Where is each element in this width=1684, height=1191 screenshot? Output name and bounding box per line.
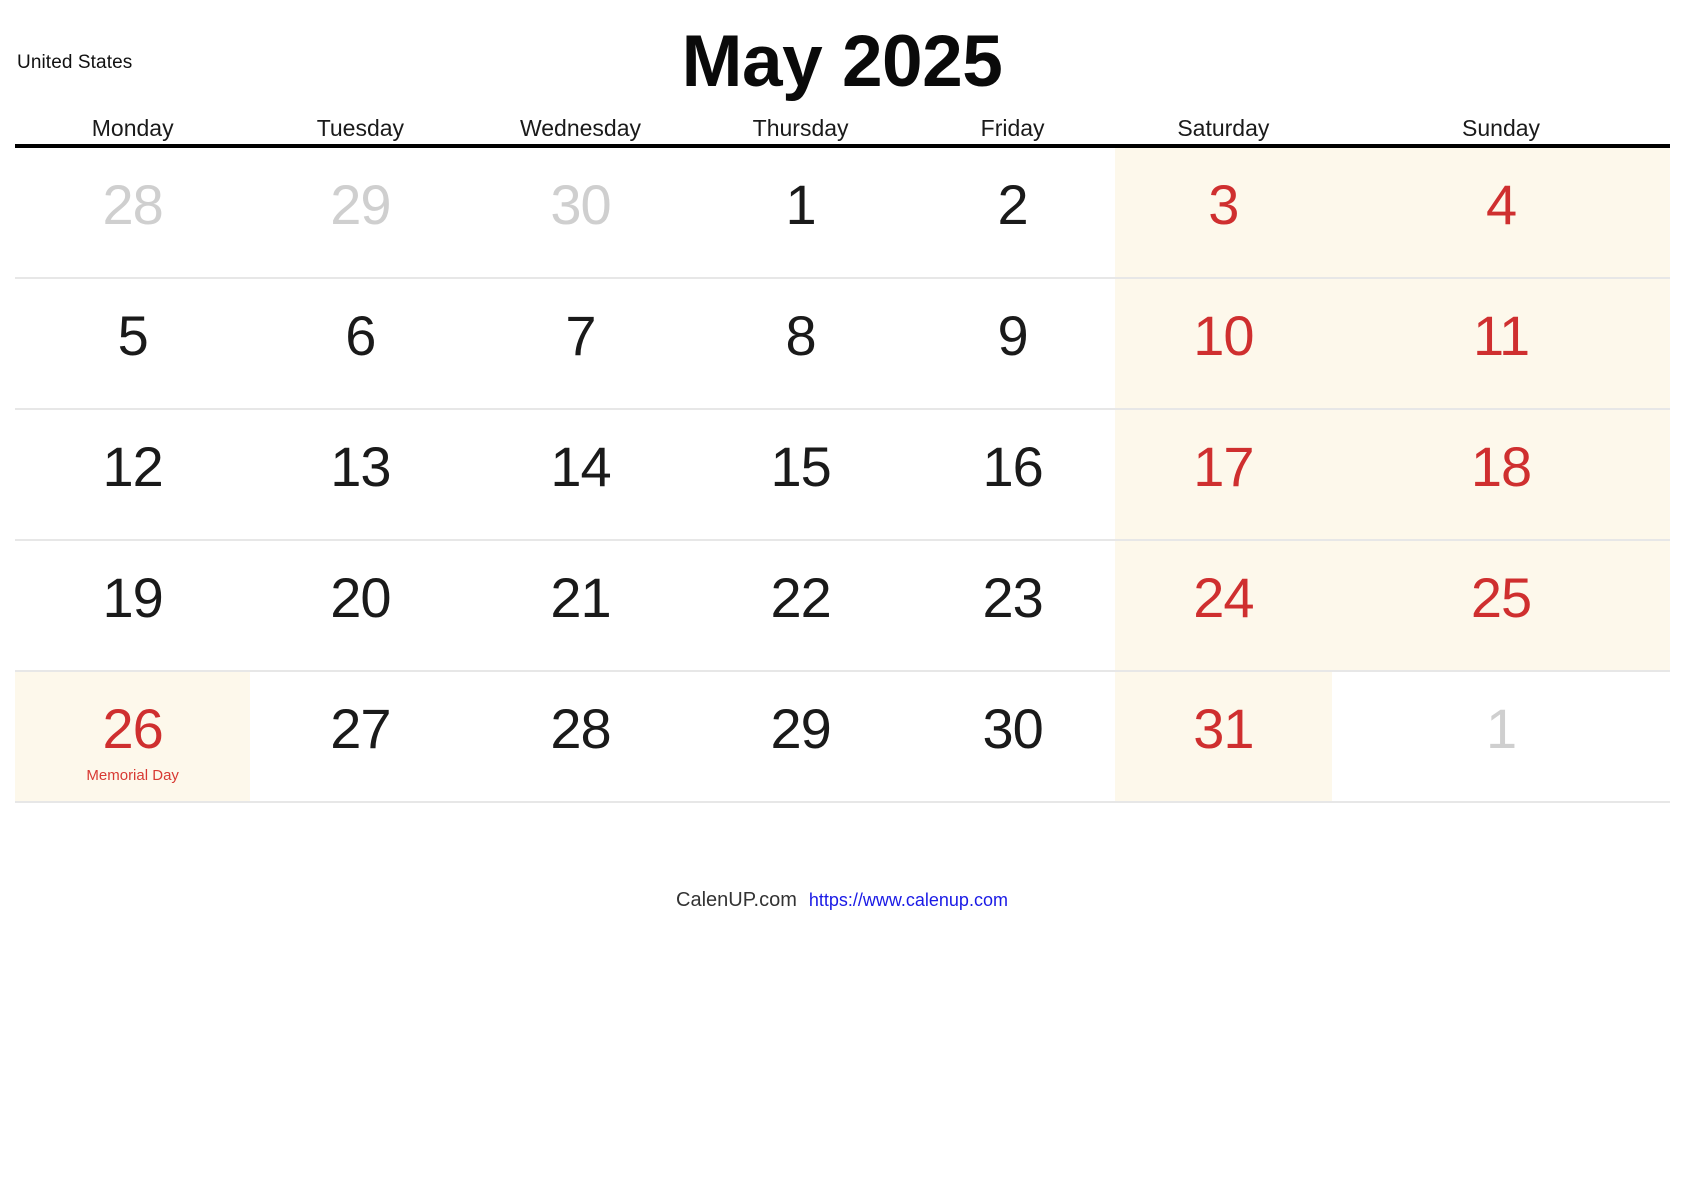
day-number: 17 bbox=[1193, 435, 1254, 498]
calendar-day-cell[interactable]: 29 bbox=[691, 672, 911, 801]
calendar-day-cell[interactable]: 10 bbox=[1114, 279, 1333, 408]
calendar-day-cell[interactable]: 24 bbox=[1114, 541, 1333, 670]
day-number: 29 bbox=[770, 697, 831, 760]
weekday-header-thursday: Thursday bbox=[752, 115, 849, 141]
day-number: 30 bbox=[982, 697, 1043, 760]
calendar-day-cell[interactable]: 8 bbox=[691, 279, 911, 408]
weekday-header-saturday: Saturday bbox=[1177, 115, 1270, 141]
day-number: 3 bbox=[1208, 173, 1239, 236]
day-number: 25 bbox=[1470, 566, 1532, 629]
calendar-day-cell[interactable]: 30 bbox=[911, 672, 1115, 801]
day-number: 16 bbox=[982, 435, 1043, 498]
calendar-day-cell[interactable]: 23 bbox=[911, 541, 1115, 670]
day-number: 31 bbox=[1193, 697, 1254, 760]
weekday-header-sunday: Sunday bbox=[1462, 115, 1541, 141]
day-number: 6 bbox=[345, 304, 376, 367]
header-bar: United States May 2025 bbox=[0, 0, 1684, 110]
day-number: 9 bbox=[997, 304, 1029, 367]
day-number: 1 bbox=[1485, 697, 1517, 760]
calendar-week-row: 19 20 21 22 23 24 25 bbox=[15, 541, 1670, 672]
calendar-day-cell[interactable]: 28 bbox=[470, 672, 690, 801]
weekday-header-tuesday: Tuesday bbox=[316, 115, 405, 141]
calendar-week-row: 26 Memorial Day 27 28 29 30 31 1 bbox=[15, 672, 1670, 803]
calendar-week-row: 28 29 30 1 2 3 4 bbox=[15, 148, 1670, 279]
calendar-day-cell[interactable]: 17 bbox=[1114, 410, 1333, 539]
day-number: 28 bbox=[102, 173, 164, 236]
weekday-header-wednesday: Wednesday bbox=[519, 115, 642, 141]
page-title: May 2025 bbox=[681, 21, 1003, 102]
calendar-day-cell[interactable]: 7 bbox=[470, 279, 690, 408]
day-number: 1 bbox=[785, 173, 817, 236]
day-number: 13 bbox=[330, 435, 391, 498]
day-number: 22 bbox=[770, 566, 831, 629]
calendar-day-cell[interactable]: 11 bbox=[1332, 279, 1670, 408]
day-number: 24 bbox=[1193, 566, 1254, 629]
calendar-day-cell[interactable]: 25 bbox=[1332, 541, 1670, 670]
day-number: 7 bbox=[565, 304, 596, 367]
calendar-day-cell[interactable]: 29 bbox=[250, 148, 470, 277]
calendar-day-cell[interactable]: 27 bbox=[250, 672, 470, 801]
day-number: 12 bbox=[102, 435, 164, 498]
calendar-day-cell[interactable]: 26 Memorial Day bbox=[15, 672, 251, 801]
day-number: 4 bbox=[1485, 173, 1517, 236]
calendar-day-cell[interactable]: 9 bbox=[911, 279, 1115, 408]
calendar-day-cell[interactable]: 16 bbox=[911, 410, 1115, 539]
calendar-day-cell[interactable]: 28 bbox=[15, 148, 250, 277]
calendar-day-cell[interactable]: 19 bbox=[15, 541, 250, 670]
day-number: 23 bbox=[982, 566, 1043, 629]
day-number: 11 bbox=[1472, 304, 1530, 367]
calendar-week-row: 5 6 7 8 9 10 11 bbox=[15, 279, 1670, 410]
day-number: 14 bbox=[550, 435, 611, 498]
footer-brand: CalenUP.com bbox=[676, 889, 797, 911]
day-number: 26 bbox=[102, 697, 164, 760]
calendar-day-cell[interactable]: 5 bbox=[15, 279, 250, 408]
day-number: 27 bbox=[330, 697, 391, 760]
day-number: 8 bbox=[785, 304, 817, 367]
weekday-header-monday: Monday bbox=[91, 115, 174, 141]
calendar-day-cell[interactable]: 14 bbox=[470, 410, 690, 539]
day-number: 5 bbox=[117, 304, 149, 367]
calendar-day-cell[interactable]: 6 bbox=[250, 279, 470, 408]
calendar-day-cell[interactable]: 30 bbox=[470, 148, 690, 277]
calendar-weeks: 28 29 30 1 2 3 4 5 6 7 8 9 10 11 12 13 14 15 16 17 18 19 20 21 2… bbox=[15, 148, 1670, 803]
calendar-day-cell[interactable]: 15 bbox=[691, 410, 911, 539]
calendar-day-cell[interactable]: 31 bbox=[1114, 672, 1333, 801]
calendar-day-cell[interactable]: 13 bbox=[250, 410, 470, 539]
calendar-day-cell[interactable]: 1 bbox=[691, 148, 911, 277]
calendar-day-cell[interactable]: 2 bbox=[911, 148, 1115, 277]
calendar-day-cell[interactable]: 22 bbox=[691, 541, 911, 670]
day-number: 28 bbox=[550, 697, 611, 760]
day-number: 21 bbox=[550, 566, 611, 629]
calendar-day-cell[interactable]: 21 bbox=[470, 541, 690, 670]
calendar-day-cell[interactable]: 4 bbox=[1332, 148, 1670, 277]
footer-url-link[interactable]: https://www.calenup.com bbox=[809, 890, 1008, 910]
day-number: 30 bbox=[550, 173, 611, 236]
holiday-label: Memorial Day bbox=[86, 767, 179, 784]
day-number: 19 bbox=[102, 566, 164, 629]
weekday-header-row: Monday Tuesday Wednesday Thursday Friday… bbox=[15, 108, 1670, 148]
footer: CalenUP.com https://www.calenup.com bbox=[0, 888, 1684, 912]
calendar-day-cell[interactable]: 18 bbox=[1332, 410, 1670, 539]
calendar-week-row: 12 13 14 15 16 17 18 bbox=[15, 410, 1670, 541]
calendar-day-cell[interactable]: 1 bbox=[1332, 672, 1670, 801]
day-number: 2 bbox=[997, 173, 1029, 236]
day-number: 10 bbox=[1193, 304, 1254, 367]
calendar-grid: Monday Tuesday Wednesday Thursday Friday… bbox=[15, 108, 1670, 803]
day-number: 29 bbox=[330, 173, 391, 236]
day-number: 18 bbox=[1470, 435, 1532, 498]
day-number: 20 bbox=[330, 566, 391, 629]
calendar-day-cell[interactable]: 3 bbox=[1114, 148, 1333, 277]
calendar-page: United States May 2025 Monday Tuesday We… bbox=[0, 0, 1684, 1191]
weekday-header-friday: Friday bbox=[980, 115, 1045, 141]
calendar-day-cell[interactable]: 12 bbox=[15, 410, 250, 539]
day-number: 15 bbox=[770, 435, 831, 498]
calendar-day-cell[interactable]: 20 bbox=[250, 541, 470, 670]
